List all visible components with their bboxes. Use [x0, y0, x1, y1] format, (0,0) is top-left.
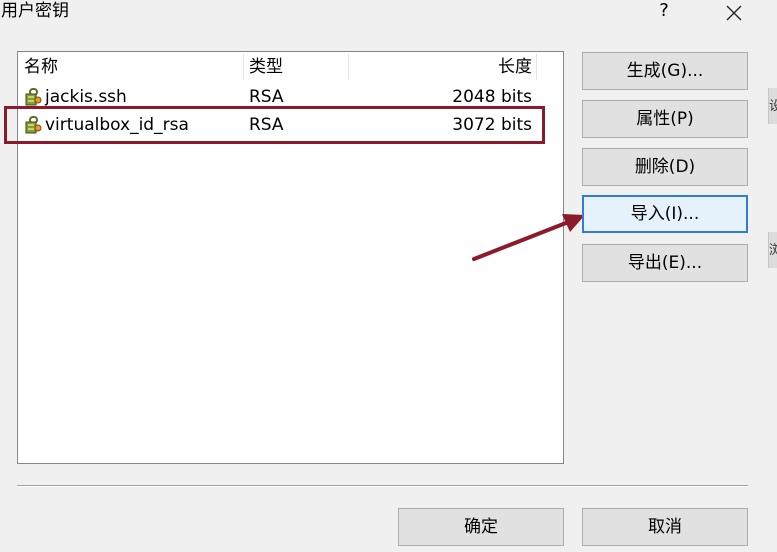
cancel-button[interactable]: 取消: [582, 508, 748, 546]
window-title: 用户密钥: [1, 1, 69, 21]
column-header-name[interactable]: 名称: [24, 52, 244, 82]
delete-button[interactable]: 删除(D): [582, 148, 748, 186]
list-header: 名称 类型 长度: [18, 52, 563, 82]
help-button[interactable]: ?: [654, 0, 674, 24]
title-bar: 用户密钥 ?: [0, 0, 777, 26]
close-button[interactable]: [722, 2, 746, 24]
import-button[interactable]: 导入(I)...: [582, 195, 748, 233]
column-header-length[interactable]: 长度: [349, 52, 532, 82]
properties-button[interactable]: 属性(P): [582, 100, 748, 138]
close-icon: [726, 5, 742, 21]
divider: [17, 485, 748, 487]
column-header-type[interactable]: 类型: [249, 52, 349, 82]
background-window-edge: 设: [768, 88, 777, 124]
background-edge-text: 设: [769, 99, 777, 114]
background-window-edge: 浏: [768, 232, 777, 268]
key-icon: [25, 88, 42, 106]
column-separator[interactable]: [536, 54, 537, 80]
ok-button[interactable]: 确定: [398, 508, 564, 546]
export-button[interactable]: 导出(E)...: [582, 244, 748, 282]
column-separator[interactable]: [243, 54, 244, 80]
annotation-highlight-box: [4, 106, 545, 144]
generate-button[interactable]: 生成(G)...: [582, 52, 748, 90]
background-edge-text: 浏: [769, 243, 777, 258]
